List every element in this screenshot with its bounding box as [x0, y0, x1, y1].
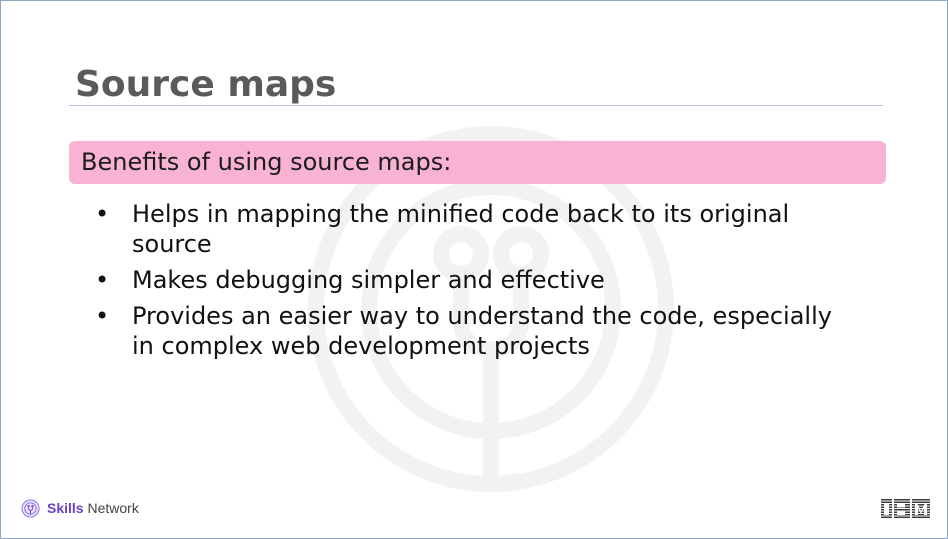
bullet-item: • Makes debugging simpler and effective [95, 265, 855, 295]
skills-network-brand: Skills Network [21, 499, 139, 518]
slide-title: Source maps [75, 64, 337, 105]
bullet-marker: • [95, 302, 110, 330]
title-divider [69, 105, 883, 106]
slide-canvas: Source maps Benefits of using source map… [0, 0, 948, 539]
highlight-box: Benefits of using source maps: [69, 141, 886, 184]
bullet-list: • Helps in mapping the minified code bac… [95, 199, 855, 367]
ibm-logo-icon [881, 499, 930, 519]
brand-secondary: Network [87, 500, 139, 516]
brand-primary: Skills [47, 500, 84, 516]
brand-name: Skills Network [47, 499, 139, 518]
bullet-marker: • [95, 266, 110, 294]
skills-network-logo-icon [21, 499, 40, 518]
highlight-text: Benefits of using source maps: [81, 148, 452, 176]
bullet-text: Provides an easier way to understand the… [132, 302, 832, 360]
bullet-text: Helps in mapping the minified code back … [132, 200, 790, 258]
bullet-marker: • [95, 200, 110, 228]
bullet-item: • Provides an easier way to understand t… [95, 301, 855, 361]
bullet-text: Makes debugging simpler and effective [132, 266, 605, 294]
bullet-item: • Helps in mapping the minified code bac… [95, 199, 855, 259]
